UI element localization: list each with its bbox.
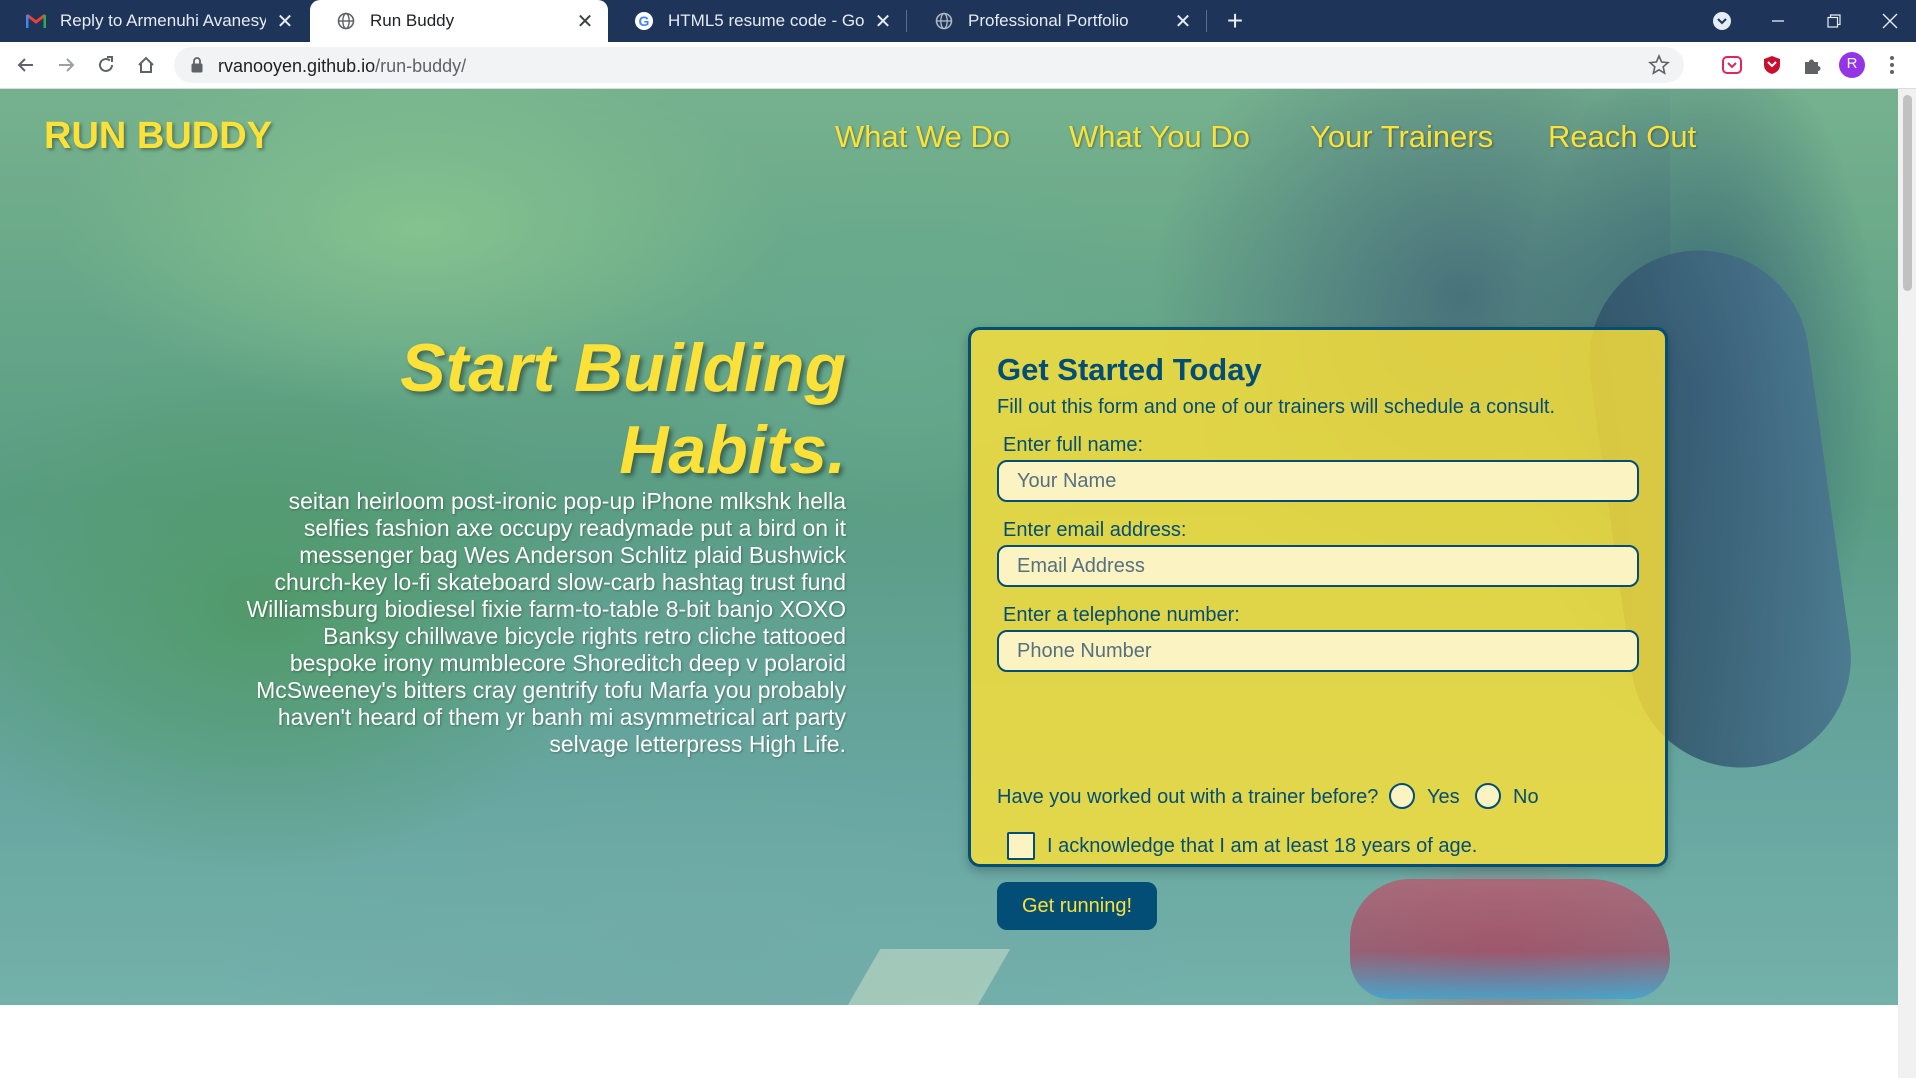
age-ack-label: I acknowledge that I am at least 18 year… <box>1047 835 1478 857</box>
close-icon[interactable]: ✕ <box>274 10 296 33</box>
restore-button[interactable] <box>1806 0 1862 42</box>
hero-blurb: seitan heirloom post-ironic pop-up iPhon… <box>246 488 846 757</box>
site-logo[interactable]: RUN BUDDY <box>44 115 272 158</box>
email-label: Enter email address: <box>1003 519 1187 541</box>
name-label: Enter full name: <box>1003 434 1144 456</box>
trainer-no-label: No <box>1513 786 1539 808</box>
url-text: rvanooyen.github.io/run-buddy/ <box>218 56 466 77</box>
close-window-button[interactable] <box>1862 0 1916 42</box>
forward-arrow-icon <box>59 58 75 72</box>
page-viewport: RUN BUDDY What We Do What You Do Your Tr… <box>0 89 1898 1078</box>
kebab-menu-icon <box>1890 56 1894 74</box>
nav-what-you-do[interactable]: What You Do <box>1069 119 1250 155</box>
lock-icon <box>190 56 204 79</box>
close-icon[interactable]: ✕ <box>574 10 596 33</box>
close-icon[interactable]: ✕ <box>872 10 894 33</box>
form-subtitle: Fill out this form and one of our traine… <box>997 396 1556 418</box>
globe-icon <box>934 11 954 31</box>
tab-portfolio[interactable]: Professional Portfolio ✕ <box>908 0 1206 42</box>
page-scrollbar[interactable] <box>1898 89 1916 1078</box>
minimize-icon <box>1772 20 1784 22</box>
bookmark-star-icon[interactable] <box>1648 53 1670 81</box>
trainer-yes-radio[interactable] <box>1389 783 1415 809</box>
pocket-extension-icon[interactable] <box>1718 51 1746 79</box>
scrollbar-thumb[interactable] <box>1903 95 1912 291</box>
restore-icon <box>1827 14 1841 28</box>
tab-title: Run Buddy <box>370 11 455 30</box>
globe-icon <box>336 11 356 31</box>
profile-avatar[interactable]: R <box>1838 51 1866 79</box>
age-checkbox[interactable] <box>1007 832 1035 860</box>
nav-your-trainers[interactable]: Your Trainers <box>1310 119 1493 155</box>
hero-section: RUN BUDDY What We Do What You Do Your Tr… <box>0 89 1898 1005</box>
svg-text:G: G <box>639 13 650 29</box>
minimize-button[interactable] <box>1750 0 1806 42</box>
address-bar[interactable]: rvanooyen.github.io/run-buddy/ <box>174 47 1684 83</box>
profile-initial: R <box>1846 55 1858 72</box>
get-running-button[interactable]: Get running! <box>997 882 1157 930</box>
trainer-question: Have you worked out with a trainer befor… <box>997 786 1379 808</box>
url-host: rvanooyen.github.io <box>218 56 376 76</box>
hero-headline: Start Building Habits. <box>400 330 846 488</box>
phone-label: Enter a telephone number: <box>1003 604 1240 626</box>
tab-separator <box>906 10 907 32</box>
form-title: Get Started Today <box>997 352 1262 387</box>
forward-button[interactable] <box>50 49 82 81</box>
browser-toolbar: rvanooyen.github.io/run-buddy/ R <box>0 42 1916 89</box>
phone-input[interactable] <box>997 630 1639 672</box>
signup-form: Get Started Today Fill out this form and… <box>968 327 1668 930</box>
browser-menu-button[interactable] <box>1878 51 1906 79</box>
new-tab-button[interactable]: + <box>1218 4 1252 38</box>
tab-search-button[interactable] <box>1694 0 1750 42</box>
home-button[interactable] <box>130 49 162 81</box>
tab-run-buddy[interactable]: Run Buddy ✕ <box>310 0 608 42</box>
url-path: /run-buddy/ <box>375 56 467 76</box>
back-button[interactable] <box>10 49 42 81</box>
reload-button[interactable] <box>90 49 122 81</box>
google-icon: G <box>634 11 654 31</box>
tab-title: Professional Portfolio <box>968 11 1129 30</box>
tab-separator <box>1206 10 1207 32</box>
tab-title: HTML5 resume code - Google Se <box>668 11 864 30</box>
shield-extension-icon[interactable] <box>1758 51 1786 79</box>
home-icon <box>138 56 154 73</box>
email-input[interactable] <box>997 545 1639 587</box>
close-icon <box>1882 13 1898 29</box>
trainer-yes-label: Yes <box>1427 786 1460 808</box>
tab-gmail[interactable]: Reply to Armenuhi Avanesyan - r ✕ <box>0 0 308 42</box>
name-input[interactable] <box>997 460 1639 502</box>
extensions-puzzle-icon[interactable] <box>1798 51 1826 79</box>
gmail-icon <box>26 11 46 31</box>
reload-icon <box>99 56 113 72</box>
nav-what-we-do[interactable]: What We Do <box>835 119 1010 155</box>
tab-google-search[interactable]: G HTML5 resume code - Google Se ✕ <box>608 0 906 42</box>
nav-reach-out[interactable]: Reach Out <box>1548 119 1696 155</box>
trainer-no-radio[interactable] <box>1475 783 1501 809</box>
close-icon[interactable]: ✕ <box>1172 10 1194 33</box>
browser-tabstrip: Reply to Armenuhi Avanesyan - r ✕ Run Bu… <box>0 0 1916 42</box>
chevron-down-icon <box>1713 12 1731 30</box>
back-arrow-icon <box>17 58 33 72</box>
tab-title: Reply to Armenuhi Avanesyan - r <box>60 11 266 30</box>
